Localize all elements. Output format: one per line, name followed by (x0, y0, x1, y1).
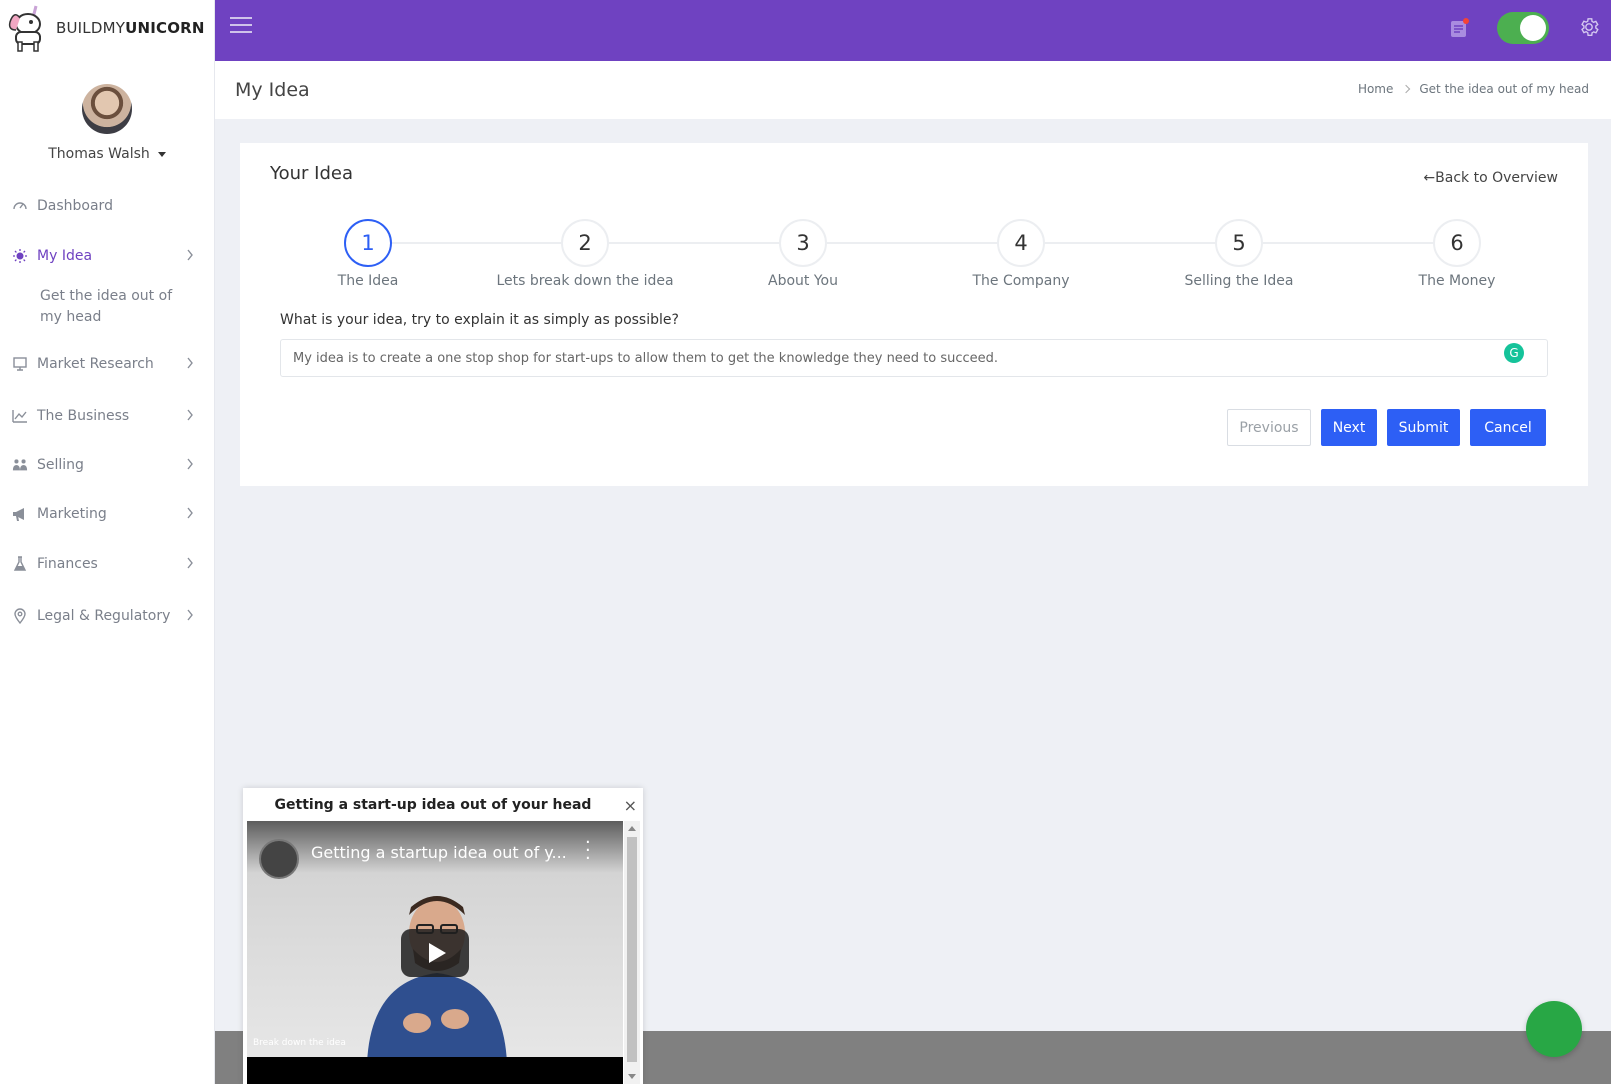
sidebar-item-label: The Business (37, 408, 130, 424)
sidebar-item-my-idea[interactable]: My Idea (0, 240, 214, 272)
chevron-right-icon (187, 357, 193, 369)
video-popup: Getting a start-up idea out of your head… (243, 788, 643, 1084)
brand[interactable]: BUILDMYUNICORN (0, 0, 214, 56)
idea-question-label: What is your idea, try to explain it as … (280, 312, 679, 328)
video-title[interactable]: Getting a startup idea out of y... (311, 843, 567, 862)
close-icon[interactable]: × (624, 796, 637, 815)
back-to-overview-link[interactable]: ←Back to Overview (1423, 170, 1558, 186)
chart-line-icon (12, 408, 28, 424)
sidebar-subitem-get-idea-out[interactable]: Get the idea out of my head (40, 286, 180, 328)
caret-down-icon (157, 151, 166, 157)
step-5[interactable]: 5 Selling the Idea (1144, 219, 1334, 289)
step-circle: 5 (1215, 219, 1263, 267)
user-name: Thomas Walsh (48, 146, 150, 162)
sidebar-item-label: My Idea (37, 248, 93, 264)
more-vertical-icon[interactable]: · · · (585, 834, 591, 868)
breadcrumb-home[interactable]: Home (1358, 82, 1393, 96)
step-4[interactable]: 4 The Company (926, 219, 1116, 289)
sidebar-item-label: Market Research (37, 356, 154, 372)
sidebar-item-label: Finances (37, 556, 98, 572)
play-button[interactable] (401, 929, 469, 977)
step-circle: 4 (997, 219, 1045, 267)
brand-name: BUILDMYUNICORN (56, 19, 205, 37)
sidebar-item-label: Selling (37, 457, 84, 473)
arrow-left-icon: ← (1423, 170, 1436, 186)
scroll-up-icon[interactable] (628, 826, 636, 831)
video-caption: Break down the idea (253, 1038, 346, 1048)
sidebar-item-label: Marketing (37, 506, 107, 522)
chevron-right-icon (187, 507, 193, 519)
step-2[interactable]: 2 Lets break down the idea (490, 219, 680, 289)
page-title: My Idea (235, 79, 310, 101)
sidebar-item-market-research[interactable]: Market Research (0, 348, 214, 380)
step-circle: 2 (561, 219, 609, 267)
popup-scrollbar[interactable] (624, 821, 640, 1084)
scrollbar-thumb[interactable] (627, 837, 637, 1062)
theme-toggle[interactable] (1497, 12, 1549, 44)
channel-avatar[interactable] (259, 839, 299, 879)
idea-card: Your Idea ←Back to Overview 1 The Idea 2… (240, 143, 1588, 486)
topbar (215, 0, 1611, 61)
gauge-icon (12, 198, 28, 214)
chevron-right-icon (1402, 84, 1411, 94)
gear-icon[interactable] (1578, 16, 1600, 38)
chevron-right-icon (187, 458, 193, 470)
sidebar-item-marketing[interactable]: Marketing (0, 498, 214, 530)
step-label: The Money (1418, 273, 1496, 289)
step-circle: 1 (344, 219, 392, 267)
presentation-icon (12, 356, 28, 372)
next-button[interactable]: Next (1321, 409, 1377, 446)
idea-answer-input[interactable] (280, 339, 1548, 377)
user-menu-toggle[interactable]: Thomas Walsh (48, 146, 166, 162)
sidebar-item-finances[interactable]: Finances (0, 548, 214, 580)
user-profile: Thomas Walsh (0, 84, 214, 162)
breadcrumb: Home Get the idea out of my head (1358, 82, 1589, 96)
step-label: The Company (972, 273, 1070, 289)
hamburger-menu-icon[interactable] (230, 17, 252, 35)
step-circle: 6 (1433, 219, 1481, 267)
breadcrumb-current: Get the idea out of my head (1419, 82, 1589, 96)
sidebar-item-the-business[interactable]: The Business (0, 400, 214, 432)
scroll-down-icon[interactable] (628, 1074, 636, 1079)
page-header: My Idea Home Get the idea out of my head (215, 61, 1611, 119)
step-6[interactable]: 6 The Money (1362, 219, 1552, 289)
step-3[interactable]: 3 About You (708, 219, 898, 289)
sidebar-item-legal-regulatory[interactable]: Legal & Regulatory (0, 600, 214, 632)
play-icon (428, 943, 446, 963)
step-label: The Idea (337, 273, 399, 289)
megaphone-icon (12, 506, 28, 522)
step-label: Lets break down the idea (496, 273, 674, 289)
avatar[interactable] (82, 84, 132, 134)
flask-icon (12, 556, 28, 572)
card-title: Your Idea (270, 163, 353, 184)
step-label: About You (768, 273, 838, 289)
unicorn-logo-icon (8, 5, 41, 52)
video-player[interactable]: Getting a startup idea out of y... · · · B… (247, 821, 623, 1084)
lightbulb-icon (12, 248, 28, 264)
sidebar-item-dashboard[interactable]: Dashboard (0, 190, 214, 222)
notes-icon[interactable] (1449, 18, 1469, 38)
sidebar-item-label: Dashboard (37, 198, 113, 214)
step-label: Selling the Idea (1184, 273, 1294, 289)
video-control-bar (247, 1057, 623, 1084)
submit-button[interactable]: Submit (1387, 409, 1460, 446)
users-icon (12, 457, 28, 473)
chevron-right-icon (187, 557, 193, 569)
popup-title: Getting a start-up idea out of your head (274, 797, 592, 813)
cancel-button[interactable]: Cancel (1470, 409, 1546, 446)
grammarly-icon[interactable]: G (1504, 343, 1524, 363)
map-pin-icon (12, 608, 28, 624)
chevron-right-icon (187, 609, 193, 621)
sidebar-item-label: Legal & Regulatory (37, 608, 171, 624)
chat-bubble-button[interactable] (1526, 1001, 1582, 1057)
previous-button[interactable]: Previous (1227, 409, 1311, 446)
sidebar: BUILDMYUNICORN Thomas Walsh Dashboard My… (0, 0, 215, 1084)
sidebar-item-selling[interactable]: Selling (0, 449, 214, 481)
chevron-right-icon (187, 409, 193, 421)
step-circle: 3 (779, 219, 827, 267)
step-1[interactable]: 1 The Idea (273, 219, 463, 289)
chevron-right-icon (187, 249, 193, 261)
